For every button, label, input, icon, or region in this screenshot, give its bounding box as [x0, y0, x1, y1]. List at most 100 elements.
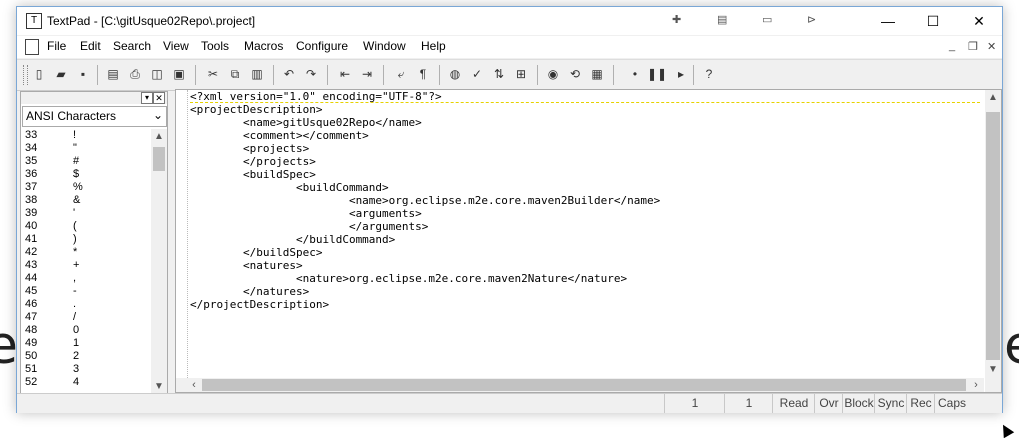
globe-icon[interactable]: ◍ — [447, 66, 463, 82]
character-row[interactable]: 52 4 — [25, 376, 145, 389]
scroll-up-icon[interactable]: ▲ — [151, 129, 167, 145]
document-properties-icon[interactable]: ▣ — [171, 66, 187, 82]
indent-left-icon[interactable]: ⇤ — [337, 66, 353, 82]
panel-splitter[interactable] — [168, 91, 173, 395]
character-row[interactable]: 39 ' — [25, 207, 145, 220]
minimize-button[interactable]: — — [865, 7, 911, 35]
panel-close-icon[interactable]: ✕ — [153, 92, 165, 104]
pause-macro-icon[interactable]: ❚❚ — [647, 66, 667, 82]
word-wrap-icon[interactable]: ⤶ — [393, 66, 409, 82]
editor-pane[interactable]: <?xml version="1.0" encoding="UTF-8"?> <p… — [175, 89, 1002, 393]
menu-edit[interactable]: Edit — [80, 39, 101, 53]
titlebar-pdf-icon[interactable]: ▤ — [717, 13, 727, 26]
menu-tools[interactable]: Tools — [201, 39, 229, 53]
character-row[interactable]: 41) — [25, 233, 145, 246]
character-row[interactable]: 42 * — [25, 246, 145, 259]
copy-icon[interactable]: ⧉ — [227, 66, 243, 82]
character-row[interactable]: 48 0 — [25, 324, 145, 337]
character-row[interactable]: 49 1 — [25, 337, 145, 350]
sort-icon[interactable]: ⇅ — [491, 66, 507, 82]
menu-search[interactable]: Search — [113, 39, 151, 53]
code-line[interactable]: <buildSpec> — [190, 168, 316, 181]
print-icon[interactable]: ⎙ — [127, 66, 143, 82]
find-replace-icon[interactable]: ⟲ — [567, 66, 583, 82]
code-line[interactable]: <projects> — [190, 142, 309, 155]
character-list[interactable]: 33! 34 " 35 #36 $37% 38 & 39 ' 40(41) 42 * 43 +44, 45-4… — [21, 129, 149, 395]
menu-configure[interactable]: Configure — [296, 39, 348, 53]
close-button[interactable]: ✕ — [956, 7, 1002, 35]
code-line[interactable]: <?xml version="1.0" encoding="UTF-8"?> — [190, 90, 442, 103]
code-line[interactable]: <projectDescription> — [190, 103, 322, 116]
character-set-select[interactable]: ANSI Characters ⌄ — [22, 106, 167, 127]
scroll-up-icon[interactable]: ▲ — [985, 90, 1001, 106]
paste-icon[interactable]: ▥ — [249, 66, 265, 82]
code-line[interactable]: <natures> — [190, 259, 303, 272]
compare-icon[interactable]: ⊞ — [513, 66, 529, 82]
new-file-icon[interactable]: ▯ — [31, 66, 47, 82]
character-row[interactable]: 37% — [25, 181, 145, 194]
character-row[interactable]: 51 3 — [25, 363, 145, 376]
character-row[interactable]: 46. — [25, 298, 145, 311]
find-in-files-icon[interactable]: ▦ — [589, 66, 605, 82]
code-line[interactable]: </arguments> — [190, 220, 428, 233]
menu-macros[interactable]: Macros — [244, 39, 283, 53]
character-row[interactable]: 47 / — [25, 311, 145, 324]
code-line[interactable]: </buildCommand> — [190, 233, 395, 246]
mdi-close-icon[interactable]: ✕ — [987, 40, 996, 53]
horizontal-scrollbar[interactable]: ‹ › — [176, 378, 984, 392]
scroll-down-icon[interactable]: ▼ — [985, 362, 1001, 378]
save-icon[interactable]: ▪ — [75, 66, 91, 82]
horizontal-scroll-thumb[interactable] — [202, 379, 966, 391]
spell-check-icon[interactable]: ✓ — [469, 66, 485, 82]
menu-help[interactable]: Help — [421, 39, 446, 53]
character-row[interactable]: 40 ( — [25, 220, 145, 233]
code-line[interactable]: </projects> — [190, 155, 316, 168]
scroll-left-icon[interactable]: ‹ — [186, 378, 202, 392]
vertical-scroll-thumb[interactable] — [986, 112, 1000, 360]
titlebar-pin-icon[interactable]: ⊳ — [807, 13, 816, 26]
record-macro-icon[interactable]: • — [627, 66, 643, 82]
play-macro-icon[interactable]: ▸ — [673, 66, 689, 82]
titlebar-window-icon[interactable]: ▭ — [762, 13, 772, 26]
context-help-icon[interactable]: ? — [701, 66, 717, 82]
panel-pin-icon[interactable]: ▾ — [141, 92, 153, 104]
open-file-icon[interactable]: ▰ — [53, 66, 69, 82]
character-row[interactable]: 45 - — [25, 285, 145, 298]
code-line[interactable]: </natures> — [190, 285, 309, 298]
indent-right-icon[interactable]: ⇥ — [359, 66, 375, 82]
cut-icon[interactable]: ✂ — [205, 66, 221, 82]
document-icon[interactable] — [25, 39, 39, 55]
code-line[interactable]: <name>gitUsque02Repo</name> — [190, 116, 422, 129]
character-row[interactable]: 33! — [25, 129, 145, 142]
character-row[interactable]: 43 + — [25, 259, 145, 272]
code-line[interactable]: </buildSpec> — [190, 246, 322, 259]
character-row[interactable]: 34 " — [25, 142, 145, 155]
vertical-scrollbar[interactable]: ▲ ▼ — [985, 90, 1001, 378]
menu-window[interactable]: Window — [363, 39, 406, 53]
title-bar[interactable]: T TextPad - [C:\gitUsque02Repo\.project]… — [17, 7, 1002, 35]
character-row[interactable]: 38 & — [25, 194, 145, 207]
scroll-thumb[interactable] — [153, 147, 165, 171]
pilcrow-icon[interactable]: ¶ — [415, 66, 431, 82]
panel-header[interactable]: ▾ ✕ — [21, 92, 167, 104]
code-line[interactable]: <comment></comment> — [190, 129, 369, 142]
character-list-scrollbar[interactable]: ▲ ▼ — [151, 129, 167, 395]
mdi-restore-icon[interactable]: ❐ — [968, 40, 978, 53]
find-icon[interactable]: ◉ — [545, 66, 561, 82]
maximize-button[interactable]: ☐ — [910, 7, 956, 35]
titlebar-tool-1-icon[interactable]: ✚ — [672, 13, 681, 26]
code-line[interactable]: </projectDescription> — [190, 298, 329, 311]
code-line[interactable]: <arguments> — [190, 207, 422, 220]
toolbar-grip[interactable] — [23, 65, 28, 85]
redo-icon[interactable]: ↷ — [303, 66, 319, 82]
save-all-icon[interactable]: ▤ — [105, 66, 121, 82]
character-row[interactable]: 35 # — [25, 155, 145, 168]
print-preview-icon[interactable]: ◫ — [149, 66, 165, 82]
character-row[interactable]: 50 2 — [25, 350, 145, 363]
code-line[interactable]: <buildCommand> — [190, 181, 389, 194]
menu-view[interactable]: View — [163, 39, 189, 53]
menu-file[interactable]: File — [47, 39, 66, 53]
scroll-right-icon[interactable]: › — [968, 378, 984, 392]
code-line[interactable]: <nature>org.eclipse.m2e.core.maven2Natur… — [190, 272, 627, 285]
code-area[interactable]: <?xml version="1.0" encoding="UTF-8"?> <p… — [190, 90, 980, 378]
